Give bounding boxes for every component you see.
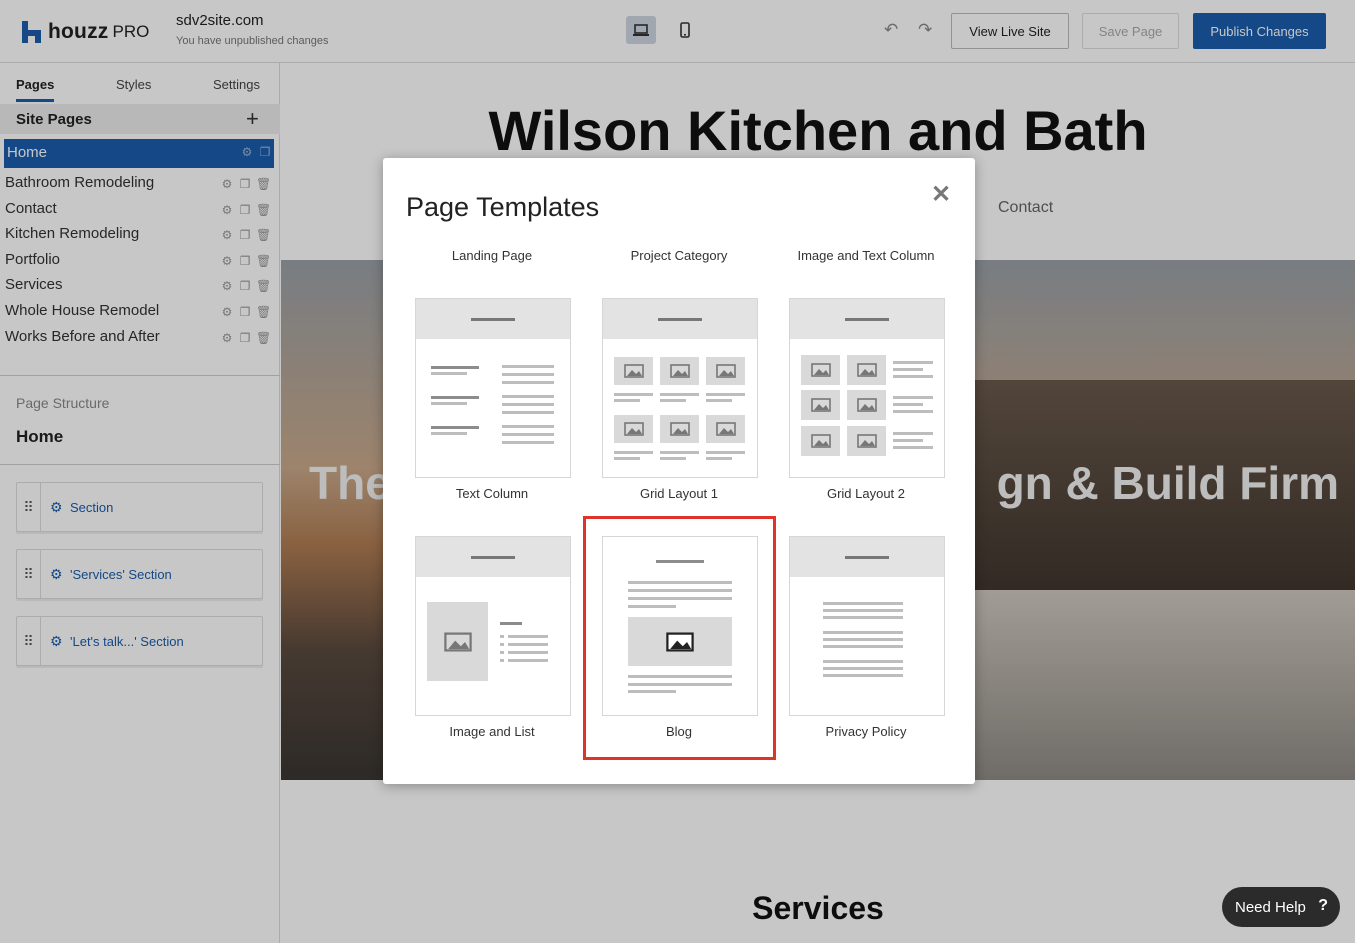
need-help-label: Need Help	[1235, 898, 1306, 916]
template-name[interactable]: Grid Layout 2	[788, 486, 944, 501]
template-name[interactable]: Landing Page	[414, 248, 570, 263]
template-name[interactable]: Text Column	[414, 486, 570, 501]
template-name[interactable]: Image and List	[414, 724, 570, 739]
template-image-and-list-thumbnail[interactable]	[415, 536, 571, 716]
template-privacy-policy-thumbnail[interactable]	[789, 536, 945, 716]
image-icon	[856, 398, 877, 412]
image-icon	[810, 363, 831, 377]
question-icon: ?	[1318, 897, 1328, 914]
image-icon	[443, 631, 472, 652]
selected-template-highlight	[583, 516, 776, 760]
template-text-column-thumbnail[interactable]	[415, 298, 571, 478]
close-icon[interactable]: ✕	[931, 180, 951, 209]
image-icon	[856, 363, 877, 377]
image-icon	[810, 434, 831, 448]
page-templates-modal: Page Templates ✕ Landing Page Project Ca…	[383, 158, 975, 784]
image-icon	[715, 364, 736, 378]
image-icon	[715, 422, 736, 436]
image-icon	[623, 364, 644, 378]
image-icon	[856, 434, 877, 448]
image-icon	[669, 364, 690, 378]
template-name[interactable]: Privacy Policy	[788, 724, 944, 739]
template-name[interactable]: Image and Text Column	[788, 248, 944, 263]
template-grid-layout-2-thumbnail[interactable]	[789, 298, 945, 478]
image-icon	[623, 422, 644, 436]
image-icon	[669, 422, 690, 436]
template-grid-layout-1-thumbnail[interactable]	[602, 298, 758, 478]
image-icon	[810, 398, 831, 412]
modal-title: Page Templates	[406, 192, 600, 222]
need-help-button[interactable]: Need Help ?	[1222, 887, 1340, 927]
template-name[interactable]: Project Category	[601, 248, 757, 263]
template-name[interactable]: Grid Layout 1	[601, 486, 757, 501]
